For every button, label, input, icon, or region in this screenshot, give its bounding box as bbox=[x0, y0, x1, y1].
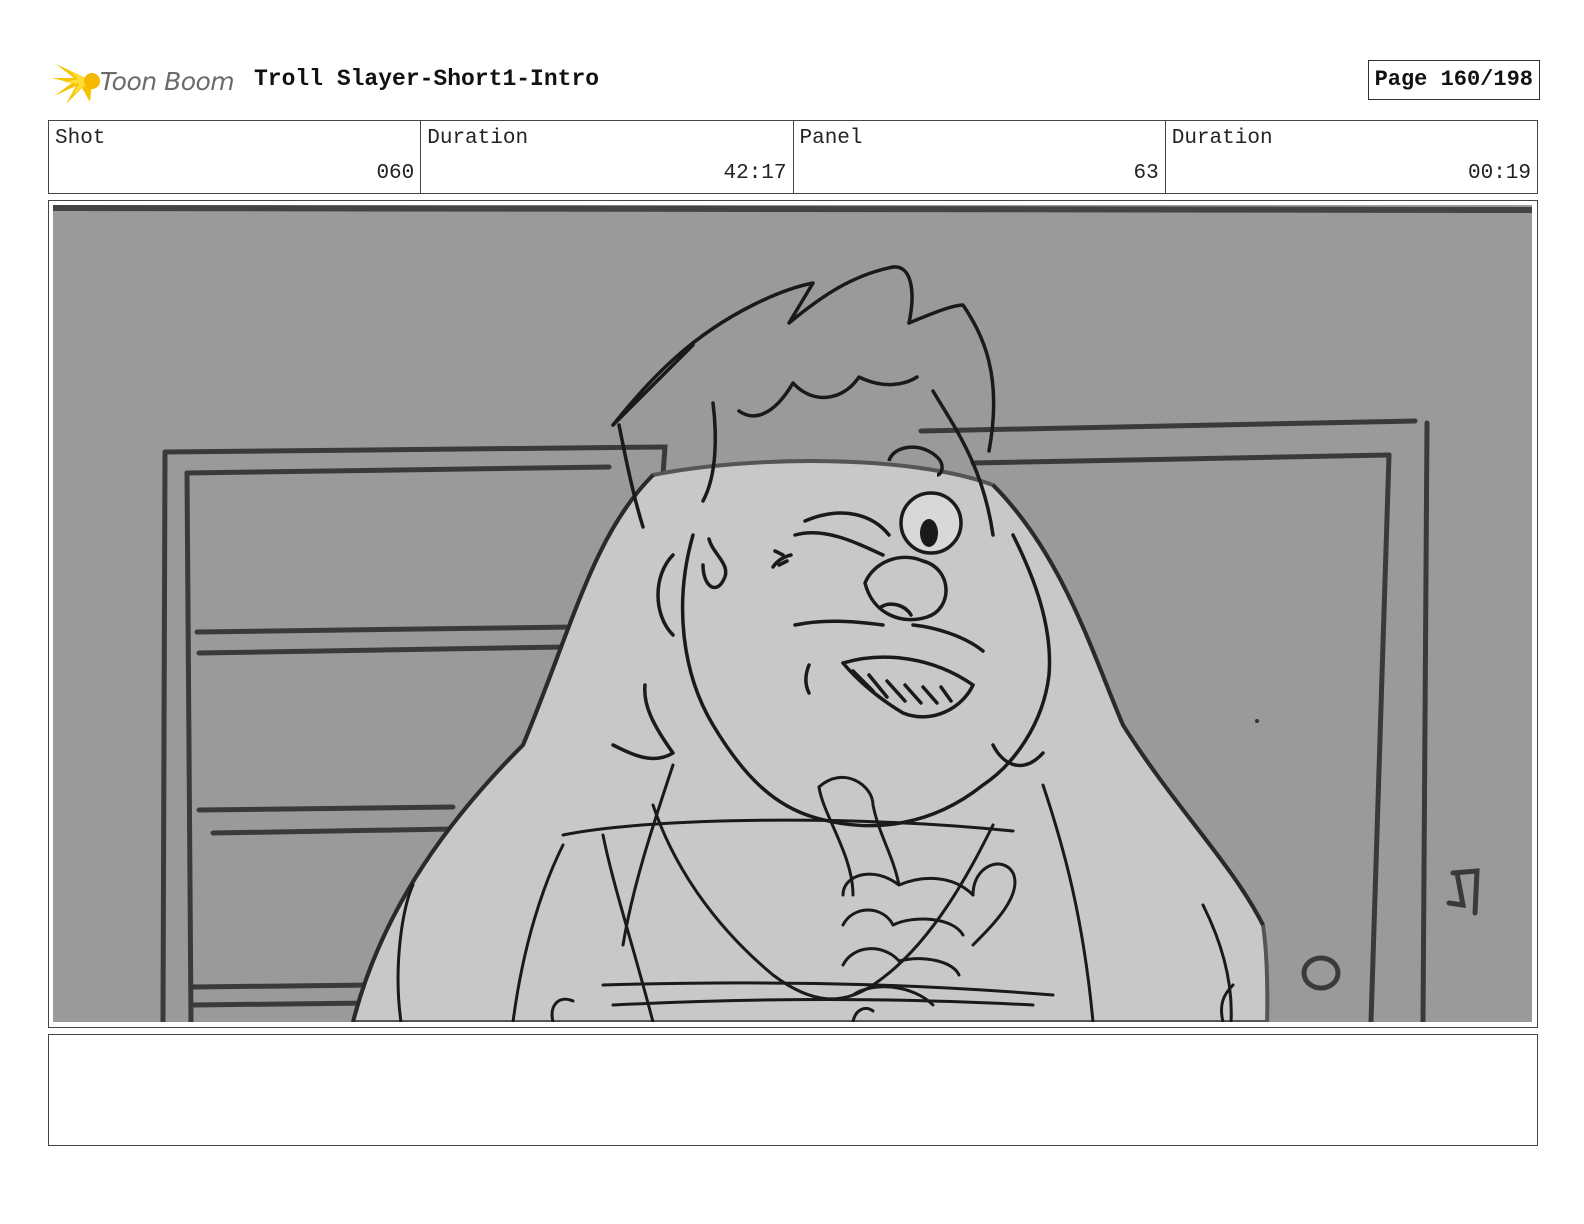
storyboard-sketch bbox=[53, 205, 1532, 1022]
panel-value: 63 bbox=[1133, 162, 1159, 185]
shot-duration-value: 42:17 bbox=[723, 162, 787, 185]
panel-duration-value: 00:19 bbox=[1467, 162, 1531, 185]
page-header: Toon Boom Troll Slayer-Short1-Intro Page… bbox=[48, 56, 1540, 106]
logo-text: Toon Boom bbox=[100, 66, 235, 96]
panel-duration-cell: Duration 00:19 bbox=[1166, 121, 1537, 193]
shot-value: 060 bbox=[376, 162, 415, 185]
panel-cell: Panel 63 bbox=[794, 121, 1166, 193]
shot-duration-cell: Duration 42:17 bbox=[421, 121, 794, 193]
starburst-logo-icon bbox=[52, 64, 100, 104]
character-sketch-drawing bbox=[53, 205, 1532, 1022]
document-title: Troll Slayer-Short1-Intro bbox=[254, 66, 600, 92]
shot-cell: Shot 060 bbox=[49, 121, 422, 193]
panel-duration-label: Duration bbox=[1171, 127, 1273, 150]
storyboard-panel-frame bbox=[48, 200, 1538, 1028]
panel-notes-box bbox=[48, 1034, 1538, 1146]
shot-label: Shot bbox=[55, 127, 106, 150]
page-number: Page 160/198 bbox=[1367, 60, 1540, 100]
shot-info-table: Shot 060 Duration 42:17 Panel 63 Duratio… bbox=[48, 120, 1538, 194]
toon-boom-logo: Toon Boom bbox=[52, 56, 235, 106]
panel-label: Panel bbox=[799, 127, 863, 150]
shot-duration-label: Duration bbox=[427, 127, 529, 150]
